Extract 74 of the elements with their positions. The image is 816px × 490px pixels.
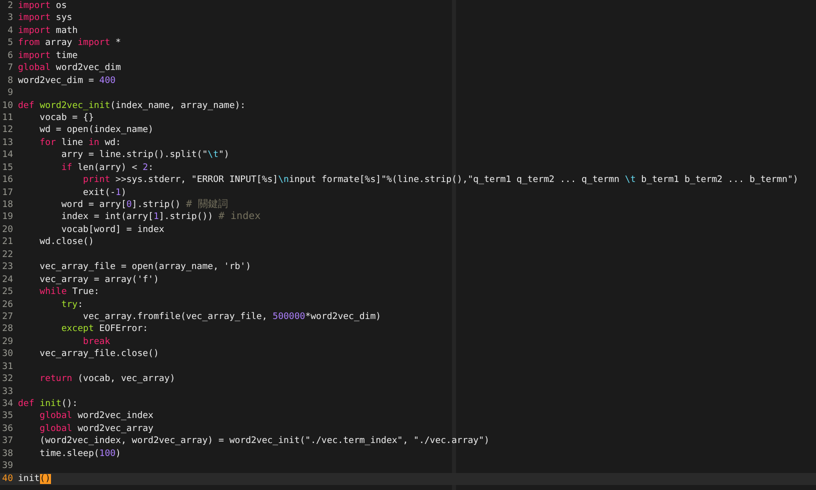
code-line: word = arry[0].strip() # 關鍵詞 [60,199,228,212]
code-line: init() [18,472,51,486]
line-number: 29 [1,336,14,348]
code-line: for line in wd: [38,136,121,150]
code-line: if len(arry) < 2: [60,162,154,174]
line-number: 30 [1,348,14,361]
code-line: time.sleep(100) [38,448,121,460]
line-number: 33 [1,386,14,398]
line-number: 2 [6,0,14,12]
line-number: 10 [1,100,14,112]
code-line: def init(): [18,398,78,410]
code-line: vec_array_file = open(array_name, 'rb') [38,261,251,274]
line-number: 17 [1,186,14,199]
line-number: 26 [1,298,14,311]
code-line: vec_array = array('f') [38,274,159,286]
code-line: arry = line.strip().split("\t") [60,149,230,162]
line-number: 40 [1,472,14,486]
line-number: 20 [1,224,14,236]
line-number: 16 [1,174,14,187]
line-number: 6 [6,50,14,62]
code-line: return (vocab, vec_array) [38,373,176,386]
line-number: 27 [1,310,14,324]
line-number: 18 [1,199,14,212]
code-line: break [82,336,110,348]
code-line: word2vec_dim = 400 [18,74,116,88]
code-line: vec_array.fromfile(vec_array_file, 500000*word2vec_dim) [82,310,382,324]
line-number: 19 [1,211,14,224]
line-number: 38 [1,448,14,460]
code-line: except EOFError: [60,323,148,336]
line-number: 23 [1,261,14,274]
code-line: def word2vec_init(index_name, array_name): [18,100,246,112]
code-line: vocab = {} [38,112,94,124]
line-number: 25 [1,286,14,298]
line-number: 21 [1,236,14,249]
line-number: 9 [6,87,14,100]
code-line: vocab[word] = index [60,224,164,236]
line-number: 24 [1,274,14,286]
line-number: 5 [6,37,14,50]
line-number: 32 [1,373,14,386]
code-line: while True: [38,286,100,298]
code-line: import sys [18,12,72,25]
line-number: 31 [1,360,14,374]
code-editor[interactable] [0,0,816,490]
line-number: 7 [6,62,14,75]
code-line: import os [18,0,67,12]
code-line: print >>sys.stderr, "ERROR INPUT[%s]\ninput formate[%s]"%(line.strip(),"q_term1 q_term2 ... q_termn \t b_term1 b_term2 ... b_termn") [82,174,798,187]
code-line: global word2vec_index [38,410,154,423]
code-line: wd = open(index_name) [38,124,154,137]
code-line: vec_array_file.close() [38,348,159,361]
code-line: index = int(arry[1].strip()) # index [60,211,261,224]
code-line: wd.close() [38,236,94,249]
line-number: 22 [1,248,14,262]
line-number: 11 [1,112,14,124]
line-number: 39 [1,460,14,473]
line-number: 28 [1,323,14,336]
line-number: 34 [1,398,14,410]
line-number: 3 [6,12,14,25]
line-number: 4 [6,24,14,38]
line-number: 36 [1,422,14,436]
line-number: 14 [1,149,14,162]
line-number: 8 [6,74,14,88]
line-number: 15 [1,162,14,174]
line-number: 13 [1,136,14,150]
code-line: from array import * [18,37,121,50]
code-line: try: [60,298,84,311]
code-line: global word2vec_array [38,422,154,436]
code-line: import math [18,24,78,38]
code-line: exit(-1) [82,186,126,199]
line-number: 37 [1,435,14,448]
code-line: import time [18,50,78,62]
code-line: global word2vec_dim [18,62,121,75]
line-number: 35 [1,410,14,423]
code-line: (word2vec_index, word2vec_array) = word2vec_init("./vec.term_index", "./vec.array") [38,435,490,448]
line-number: 12 [1,124,14,137]
